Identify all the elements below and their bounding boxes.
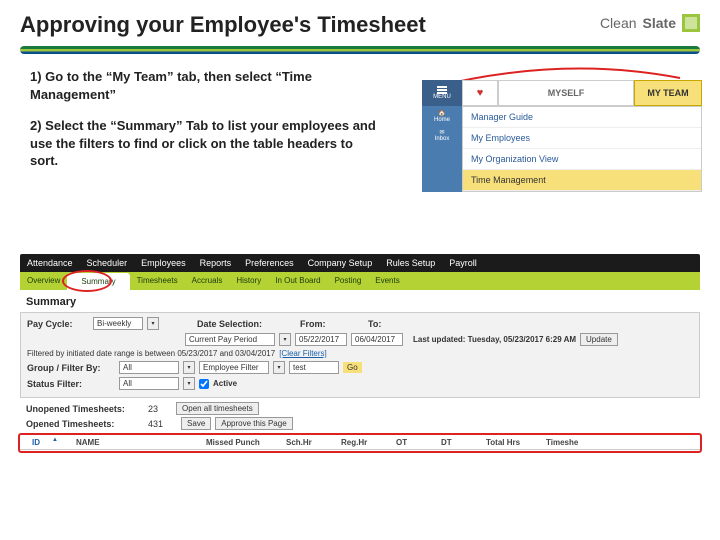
app-screenshot: Attendance Scheduler Employees Reports P…	[20, 254, 700, 450]
sort-asc-icon: ▲	[46, 435, 64, 445]
tab-reports[interactable]: Reports	[193, 254, 239, 272]
nav-link-time-management[interactable]: Time Management	[463, 170, 701, 191]
date-selection-select[interactable]: Current Pay Period	[185, 333, 275, 346]
inbox-icon: ✉	[439, 129, 444, 136]
hamburger-icon	[437, 86, 447, 88]
nav-home[interactable]: 🏠 Home	[434, 110, 450, 123]
accent-bar	[20, 46, 700, 54]
subtab-timesheets[interactable]: Timesheets	[130, 272, 185, 290]
secondary-tabs: Overview Summary Timesheets Accruals His…	[20, 272, 700, 290]
subtab-summary[interactable]: Summary	[67, 273, 129, 290]
clear-filters-link[interactable]: [Clear Filters]	[279, 349, 327, 358]
tab-myteam[interactable]: MY TEAM	[634, 80, 702, 106]
step-1: 1) Go to the “My Team” tab, then select …	[30, 68, 380, 103]
group-filter-label: Group / Filter By:	[27, 363, 115, 373]
pay-cycle-label: Pay Cycle:	[27, 319, 89, 329]
nav-home-label: Home	[434, 117, 450, 123]
subtab-summary-label: Summary	[74, 273, 122, 290]
home-icon: 🏠	[438, 110, 445, 117]
subtab-events[interactable]: Events	[368, 272, 406, 290]
chevron-down-icon[interactable]: ▾	[273, 361, 285, 374]
chevron-down-icon[interactable]: ▾	[279, 333, 291, 346]
tab-company-setup[interactable]: Company Setup	[301, 254, 380, 272]
brand-text-a: Clean	[600, 15, 637, 31]
nav-inbox-label: Inbox	[435, 136, 450, 142]
nav-menu-label: MENU	[433, 94, 451, 100]
go-button[interactable]: Go	[343, 362, 362, 373]
step-2: 2) Select the “Summary” Tab to list your…	[30, 117, 380, 170]
employee-filter-select[interactable]: Employee Filter	[199, 361, 269, 374]
tab-myself[interactable]: MYSELF	[498, 80, 634, 106]
opened-label: Opened Timesheets:	[26, 419, 144, 429]
counts-block: Unopened Timesheets: 23 Open all timeshe…	[26, 402, 694, 430]
nav-link-manager-guide[interactable]: Manager Guide	[463, 107, 701, 128]
col-reg-hr[interactable]: Reg.Hr	[335, 436, 390, 449]
nav-screenshot: MENU ♥ MYSELF MY TEAM 🏠 Home ✉ Inbox Man…	[422, 80, 702, 192]
tab-payroll[interactable]: Payroll	[442, 254, 484, 272]
col-timesheet[interactable]: Timeshe	[540, 436, 590, 449]
active-checkbox[interactable]	[199, 379, 209, 389]
group-all-select[interactable]: All	[119, 361, 179, 374]
last-updated: Last updated: Tuesday, 05/23/2017 6:29 A…	[413, 335, 576, 344]
status-filter-select[interactable]: All	[119, 377, 179, 390]
unopened-value: 23	[148, 404, 158, 414]
brand-text-b: Slate	[643, 15, 676, 31]
subtab-history[interactable]: History	[229, 272, 268, 290]
section-heading: Summary	[26, 296, 700, 308]
filter-panel: Pay Cycle: Bi-weekly ▾ Date Selection: Fr…	[20, 312, 700, 398]
tab-employees[interactable]: Employees	[134, 254, 193, 272]
col-id[interactable]: ID▲	[20, 435, 70, 449]
nav-inbox[interactable]: ✉ Inbox	[435, 129, 450, 142]
nav-link-org-view[interactable]: My Organization View	[463, 149, 701, 170]
filter-text: Filtered by initiated date range is betw…	[27, 349, 275, 358]
table-header[interactable]: ID▲ NAME Missed Punch Sch.Hr Reg.Hr OT D…	[20, 434, 700, 450]
brand-logo: Clean Slate	[600, 14, 700, 32]
col-total-hrs[interactable]: Total Hrs	[480, 436, 540, 449]
subtab-overview[interactable]: Overview	[20, 272, 67, 290]
nav-menu-button[interactable]: MENU	[422, 80, 462, 106]
chevron-down-icon[interactable]: ▾	[183, 361, 195, 374]
col-missed-punch[interactable]: Missed Punch	[200, 436, 280, 449]
active-label: Active	[213, 379, 237, 388]
date-selection-label: Date Selection:	[197, 319, 262, 329]
unopened-label: Unopened Timesheets:	[26, 404, 144, 414]
to-date-input[interactable]: 06/04/2017	[351, 333, 403, 346]
status-filter-label: Status Filter:	[27, 379, 115, 389]
brand-box-icon	[682, 14, 700, 32]
col-sch-hr[interactable]: Sch.Hr	[280, 436, 335, 449]
filter-text-input[interactable]: test	[289, 361, 339, 374]
subtab-posting[interactable]: Posting	[328, 272, 369, 290]
chevron-down-icon[interactable]: ▾	[147, 317, 159, 330]
page-title: Approving your Employee's Timesheet	[20, 12, 700, 38]
tab-preferences[interactable]: Preferences	[238, 254, 301, 272]
approve-page-button[interactable]: Approve this Page	[215, 417, 292, 430]
opened-value: 431	[148, 419, 163, 429]
pay-cycle-select[interactable]: Bi-weekly	[93, 317, 143, 330]
open-all-button[interactable]: Open all timesheets	[176, 402, 259, 415]
chevron-down-icon[interactable]: ▾	[183, 377, 195, 390]
primary-tabs: Attendance Scheduler Employees Reports P…	[20, 254, 700, 272]
instructions: 1) Go to the “My Team” tab, then select …	[0, 54, 410, 190]
nav-sidebar: 🏠 Home ✉ Inbox	[422, 106, 462, 192]
from-label: From:	[300, 319, 330, 329]
tab-attendance[interactable]: Attendance	[20, 254, 80, 272]
col-dt[interactable]: DT	[435, 436, 480, 449]
tab-scheduler[interactable]: Scheduler	[80, 254, 135, 272]
nav-favorite[interactable]: ♥	[462, 80, 498, 106]
to-label: To:	[368, 319, 388, 329]
from-date-input[interactable]: 05/22/2017	[295, 333, 347, 346]
col-ot[interactable]: OT	[390, 436, 435, 449]
save-button[interactable]: Save	[181, 417, 211, 430]
nav-links: Manager Guide My Employees My Organizati…	[462, 106, 702, 192]
nav-link-my-employees[interactable]: My Employees	[463, 128, 701, 149]
subtab-accruals[interactable]: Accruals	[185, 272, 230, 290]
tab-rules-setup[interactable]: Rules Setup	[379, 254, 442, 272]
update-button[interactable]: Update	[580, 333, 618, 346]
subtab-inoutboard[interactable]: In Out Board	[268, 272, 327, 290]
col-name[interactable]: NAME	[70, 436, 200, 449]
